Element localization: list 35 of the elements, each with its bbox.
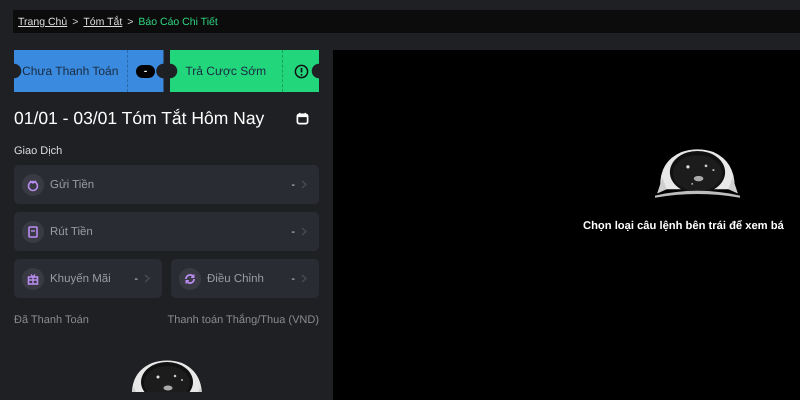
transaction-label: Điều Chỉnh bbox=[207, 272, 265, 284]
transaction-value: - bbox=[291, 272, 295, 284]
breadcrumb-separator: > bbox=[127, 16, 134, 28]
transaction-icon bbox=[179, 268, 201, 290]
chevron-icon bbox=[301, 180, 307, 189]
transaction-value: - bbox=[291, 226, 295, 238]
count-badge: - bbox=[136, 64, 156, 78]
transaction-label: Rút Tiền bbox=[50, 226, 94, 238]
transaction-item[interactable]: Rút Tiền - bbox=[14, 212, 319, 251]
transaction-value: - bbox=[291, 178, 295, 190]
summary-title: 01/01 - 03/01 Tóm Tắt Hôm Nay bbox=[14, 108, 264, 129]
breadcrumb-link[interactable]: Tóm Tắt bbox=[83, 16, 122, 28]
breadcrumb-link[interactable]: Báo Cáo Chi Tiết bbox=[138, 16, 218, 28]
chevron-icon bbox=[301, 227, 307, 236]
info-icon bbox=[294, 64, 308, 78]
transaction-label: Khuyến Mãi bbox=[50, 272, 112, 284]
transaction-item[interactable]: Khuyến Mãi - bbox=[14, 259, 162, 298]
transaction-icon bbox=[22, 268, 44, 290]
calendar-icon[interactable] bbox=[296, 112, 309, 125]
win-loss-label: Thanh toán Thắng/Thua (VND) bbox=[168, 314, 319, 326]
chevron-icon bbox=[301, 274, 307, 283]
ticket-button[interactable]: Trả Cược Sớm bbox=[170, 50, 319, 92]
empty-state-message: Chọn loại câu lệnh bên trái để xem bá bbox=[583, 220, 784, 232]
chevron-icon bbox=[144, 274, 150, 283]
ticket-button[interactable]: Chưa Thanh Toán - bbox=[14, 50, 164, 92]
transaction-icon bbox=[22, 174, 44, 196]
transaction-item[interactable]: Điều Chỉnh - bbox=[171, 259, 319, 298]
transaction-label: Gửi Tiền bbox=[50, 178, 96, 190]
paid-label: Đã Thanh Toán bbox=[14, 314, 89, 326]
transaction-icon bbox=[22, 220, 44, 242]
transaction-value: - bbox=[134, 272, 138, 284]
breadcrumb-separator: > bbox=[72, 16, 78, 28]
breadcrumb-link[interactable]: Trang Chủ bbox=[18, 16, 68, 28]
transaction-item[interactable]: Gửi Tiền - bbox=[14, 165, 319, 204]
section-title: Giao Dịch bbox=[14, 145, 64, 157]
